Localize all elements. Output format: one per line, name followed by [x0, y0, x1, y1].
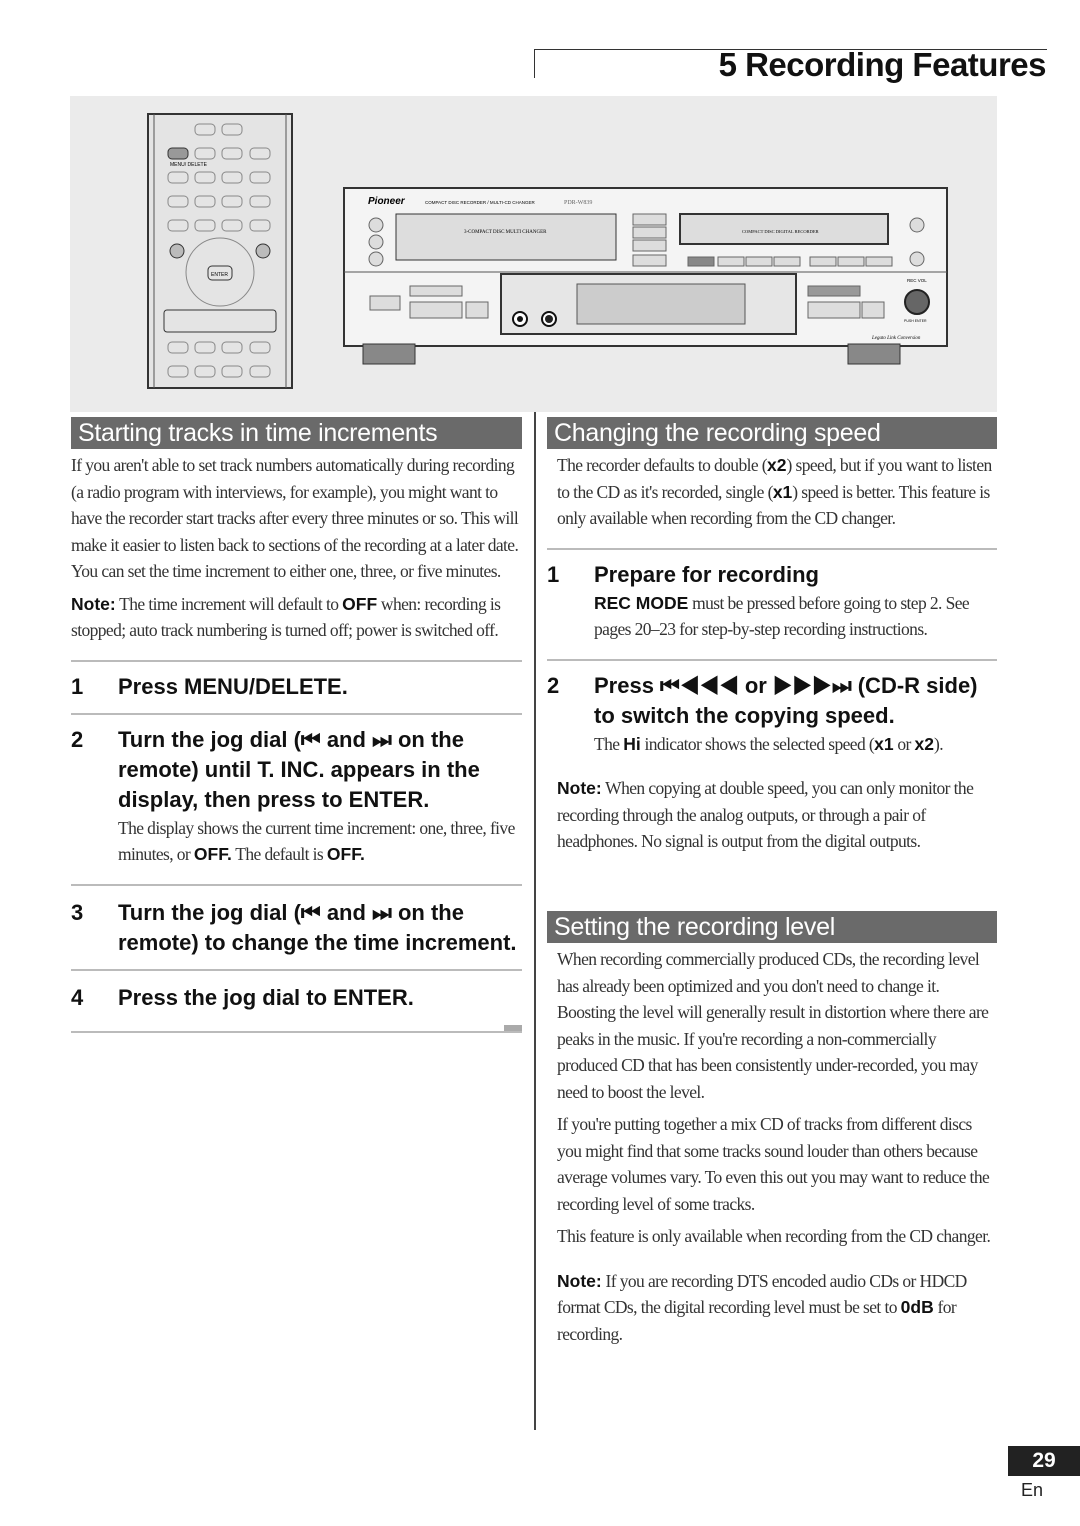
speed-step-1: 1 Prepare for recording [547, 560, 997, 590]
speed-note: Note: When copying at double speed, you … [547, 775, 997, 855]
language-label: En [1021, 1480, 1044, 1500]
section-heading-recording-level: Setting the recording level [547, 911, 997, 943]
note-label: Note: [557, 1270, 602, 1291]
desc-text: The default is [231, 844, 327, 864]
rec-mode-keyword: REC MODE [594, 592, 689, 613]
section-end-rule [71, 1024, 522, 1033]
step-number: 1 [547, 561, 560, 587]
divider [547, 658, 997, 661]
speed-step-1-description: REC MODE must be pressed before going to… [547, 590, 997, 643]
speed-step-2: 2 Press ⏮◀◀◀ or ▶▶▶⏭ (CD-R side) to switc… [547, 671, 997, 731]
divider [71, 712, 522, 715]
x1-keyword: x1 [772, 481, 793, 502]
menu-delete-label: MENU/ DELETE [170, 162, 208, 168]
remote-control: MENU/ DELETE ENTER [147, 113, 293, 389]
remote-and-recorder-drawing: MENU/ DELETE ENTER Pioneer COMPACT DISC … [147, 113, 948, 389]
product-illustration: MENU/ DELETE ENTER Pioneer COMPACT DISC … [70, 96, 997, 412]
odb-keyword: 0dB [900, 1297, 934, 1317]
step-text: Prepare for recording [594, 561, 819, 587]
hi-keyword: Hi [623, 733, 641, 754]
off-keyword: OFF [342, 593, 378, 614]
note-label: Note: [71, 593, 116, 614]
rec-vol-label: REC VOL [907, 278, 927, 283]
step-4: 4 Press the jog dial to ENTER. [71, 983, 522, 1013]
brand-logo: Pioneer [368, 196, 406, 207]
x2-keyword: x2 [767, 455, 787, 475]
step-text: Press ⏮◀◀◀ or ▶▶▶⏭ (CD-R side) to switch… [594, 672, 978, 728]
enter-label: ENTER [211, 272, 228, 278]
divider [71, 968, 522, 971]
desc-text: The [594, 733, 624, 754]
step-number: 2 [547, 672, 560, 698]
step-text: Press MENU/DELETE. [118, 673, 348, 699]
page-number: 29 [1008, 1446, 1080, 1476]
cd-recorder: Pioneer COMPACT DISC RECORDER / MULTI-CD… [343, 187, 948, 365]
legato-label: Legato Link Conversion [871, 336, 921, 341]
changer-label: 3-COMPACT DISC MULTI CHANGER [464, 230, 547, 235]
divider [71, 1030, 522, 1033]
section-heading-recording-speed: Changing the recording speed [547, 417, 997, 449]
desc-text: or [893, 733, 915, 754]
paragraph: If you're putting together a mix CD of t… [557, 1114, 990, 1214]
x2-keyword: x2 [914, 733, 934, 754]
note-text: When copying at double speed, you can on… [557, 778, 974, 851]
intro-paragraph: If you aren't able to set track numbers … [71, 455, 519, 581]
level-note: Note: If you are recording DTS encoded a… [557, 1268, 997, 1348]
recording-level-section: Setting the recording level When recordi… [547, 911, 997, 1353]
step-text: Press the jog dial to ENTER. [118, 984, 414, 1010]
x1-keyword: x1 [874, 733, 894, 754]
step-number: 2 [71, 726, 84, 752]
intro-text: The recorder defaults to double ( [557, 455, 768, 475]
step-text: Turn the jog dial (⏮ and ⏭ on the remote… [118, 899, 517, 955]
off-keyword: OFF. [193, 844, 232, 864]
speed-intro: The recorder defaults to double (x2) spe… [547, 452, 997, 532]
step-number: 1 [71, 673, 84, 699]
speed-step-2-description: The Hi indicator shows the selected spee… [547, 731, 997, 758]
recording-level-body: When recording commercially produced CDs… [547, 946, 997, 1347]
left-column: Starting tracks in time increments If yo… [71, 417, 522, 1033]
step-number: 4 [71, 984, 84, 1010]
step-2-description: The display shows the current time incre… [71, 815, 522, 868]
paragraph: This feature is only available when reco… [557, 1226, 991, 1246]
desc-text: ). [933, 733, 944, 754]
divider [547, 547, 997, 550]
chapter-title: 5 Recording Features [718, 46, 1047, 83]
step-3: 3 Turn the jog dial (⏮ and ⏭ on the remot… [71, 898, 522, 958]
right-column: Changing the recording speed The recorde… [547, 417, 997, 855]
divider [71, 659, 522, 662]
push-enter-label: PUSH ENTER [904, 319, 927, 323]
note-paragraph: Note: The time increment will default to… [71, 591, 522, 644]
desc-text: indicator shows the selected speed ( [640, 733, 875, 754]
column-divider [534, 412, 536, 1430]
end-marker [504, 1024, 522, 1031]
off-keyword: OFF. [326, 844, 365, 864]
device-subtitle: COMPACT DISC RECORDER / MULTI-CD CHANGER [425, 200, 536, 205]
section-heading-time-increments: Starting tracks in time increments [71, 417, 522, 449]
note-label: Note: [557, 778, 602, 798]
recorder-label: COMPACT DISC DIGITAL RECORDER [742, 229, 819, 234]
divider [71, 883, 522, 886]
time-increments-body: If you aren't able to set track numbers … [71, 452, 522, 644]
note-text: The time increment will default to [115, 593, 343, 614]
paragraph: When recording commercially produced CDs… [557, 949, 989, 1102]
step-text: Turn the jog dial (⏮ and ⏭ on the remote… [118, 726, 480, 812]
model-number: PDR-W839 [564, 200, 592, 206]
step-2: 2 Turn the jog dial (⏮ and ⏭ on the remot… [71, 725, 522, 815]
step-1: 1 Press MENU/DELETE. [71, 672, 522, 702]
step-number: 3 [71, 899, 84, 925]
